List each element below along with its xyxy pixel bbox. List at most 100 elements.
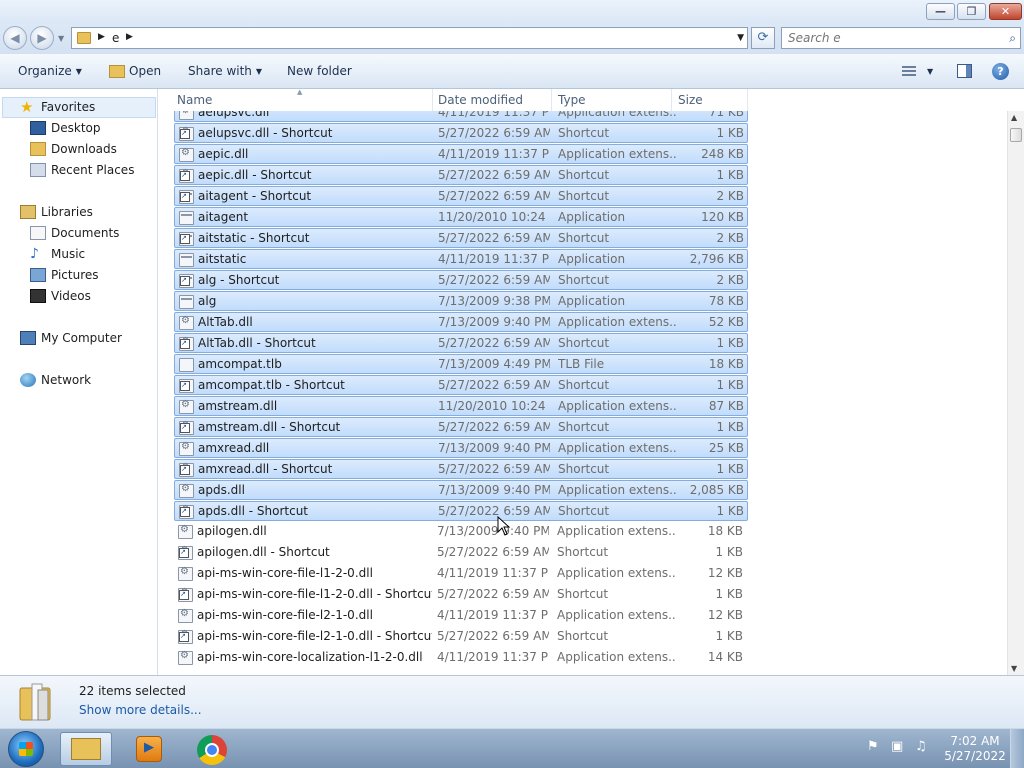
search-input[interactable] (788, 30, 988, 46)
file-row[interactable]: aelupsvc.dll - Shortcut 5/27/2022 6:59 AM… (174, 123, 748, 143)
network-status-icon[interactable]: ▣ (891, 739, 903, 754)
file-row[interactable]: api-ms-win-core-file-l1-2-0.dll - Shortc… (174, 585, 748, 605)
share-with-label: Share with (188, 64, 252, 78)
recent-pages-dropdown[interactable]: ▼ (58, 34, 64, 43)
address-bar[interactable]: ▶ e ▶ ▼ (71, 27, 748, 49)
film-strip-icon (30, 289, 46, 303)
open-label: Open (129, 64, 162, 78)
shortcut-dll-file-icon (179, 504, 194, 519)
back-arrow-icon: ◀ (10, 31, 20, 45)
close-button[interactable]: ✕ (989, 3, 1022, 20)
dll-file-icon (178, 650, 193, 665)
taskbar-chrome-button[interactable] (186, 732, 238, 766)
file-type: Shortcut (558, 168, 610, 182)
organize-button[interactable]: Organize ▼ (18, 64, 82, 78)
breadcrumb-arrow-icon[interactable]: ▶ (98, 32, 105, 42)
file-row[interactable]: apilogen.dll - Shortcut 5/27/2022 6:59 AM… (174, 543, 748, 563)
column-header-type[interactable]: Type (552, 89, 672, 111)
search-box[interactable]: ⌕ (781, 27, 1021, 49)
taskbar-media-player-button[interactable] (124, 732, 176, 766)
breadcrumb-item[interactable]: e (112, 31, 119, 45)
file-row[interactable]: aitagent 11/20/2010 10:24 ... Application 1… (174, 207, 748, 227)
file-row[interactable]: amxread.dll - Shortcut 5/27/2022 6:59 AM S… (174, 459, 748, 479)
column-header-date[interactable]: Date modified (432, 89, 552, 111)
volume-icon[interactable]: ♫ (915, 739, 927, 754)
breadcrumb-arrow-icon[interactable]: ▶ (126, 32, 133, 42)
nav-label: Videos (51, 289, 91, 303)
start-button[interactable] (8, 731, 44, 767)
file-row[interactable]: apilogen.dll 7/13/2009 9:40 PM Application… (174, 522, 748, 542)
new-folder-button[interactable]: New folder (287, 64, 352, 78)
file-row[interactable]: aitagent - Shortcut 5/27/2022 6:59 AM Shor… (174, 186, 748, 206)
scroll-thumb[interactable] (1010, 128, 1022, 142)
scroll-up-icon[interactable]: ▲ (1011, 113, 1017, 122)
file-name: amxread.dll - Shortcut (198, 462, 333, 476)
file-date: 5/27/2022 6:59 AM (438, 336, 550, 350)
file-list: aelupsvc.dll 4/11/2019 11:37 PM Applicatio… (159, 111, 1007, 675)
chevron-down-icon: ▼ (255, 67, 263, 76)
file-row[interactable]: apds.dll 7/13/2009 9:40 PM Application ext… (174, 480, 748, 500)
search-icon[interactable]: ⌕ (1009, 31, 1016, 46)
clock-date: 5/27/2022 (944, 749, 1006, 763)
file-row[interactable]: api-ms-win-core-localization-l1-2-0.dll 4… (174, 648, 748, 668)
file-row[interactable]: aepic.dll 4/11/2019 11:37 PM Application e… (174, 144, 748, 164)
file-row[interactable]: aepic.dll - Shortcut 5/27/2022 6:59 AM Sho… (174, 165, 748, 185)
minimize-button[interactable]: — (926, 3, 955, 20)
file-row[interactable]: api-ms-win-core-file-l1-2-0.dll 4/11/2019… (174, 564, 748, 584)
file-type: TLB File (558, 357, 605, 371)
file-row[interactable]: AltTab.dll 7/13/2009 9:40 PM Application e… (174, 312, 748, 332)
maximize-button[interactable]: ❐ (957, 3, 986, 20)
file-row[interactable]: aitstatic - Shortcut 5/27/2022 6:59 AM Sho… (174, 228, 748, 248)
downloads-folder-icon (30, 142, 46, 156)
shortcut-dll-file-icon (179, 420, 194, 435)
file-size: 2 KB (716, 189, 744, 203)
file-name: api-ms-win-core-file-l1-2-0.dll - Shortc… (197, 587, 432, 601)
file-row[interactable]: alg - Shortcut 5/27/2022 6:59 AM Shortcut 2… (174, 270, 748, 290)
column-header-size[interactable]: Size (672, 89, 748, 111)
column-header-row: Name Date modified Type Size (159, 89, 1007, 111)
file-row[interactable]: alg 7/13/2009 9:38 PM Application 78 KB (174, 291, 748, 311)
libraries-icon (20, 205, 36, 219)
file-row[interactable]: amstream.dll - Shortcut 5/27/2022 6:59 AM… (174, 417, 748, 437)
organize-label: Organize (18, 64, 72, 78)
file-row[interactable]: apds.dll - Shortcut 5/27/2022 6:59 AM Shor… (174, 501, 748, 521)
file-row[interactable]: AltTab.dll - Shortcut 5/27/2022 6:59 AM Sh… (174, 333, 748, 353)
title-bar: — ❐ ✕ (0, 0, 1024, 24)
file-row[interactable]: amxread.dll 7/13/2009 9:40 PM Application … (174, 438, 748, 458)
file-row[interactable]: aitstatic 4/11/2019 11:37 PM Application 2,… (174, 249, 748, 269)
help-icon[interactable]: ? (992, 63, 1009, 80)
file-row[interactable]: amstream.dll 11/20/2010 10:24 ... Applicat… (174, 396, 748, 416)
file-date: 5/27/2022 6:59 AM (437, 629, 549, 643)
address-dropdown-icon[interactable]: ▼ (737, 33, 744, 43)
refresh-button[interactable]: ⟳ (751, 27, 775, 49)
file-row[interactable]: amcompat.tlb - Shortcut 5/27/2022 6:59 AM… (174, 375, 748, 395)
file-size: 1 KB (716, 168, 744, 182)
show-more-details-link[interactable]: Show more details... (79, 703, 202, 717)
action-center-flag-icon[interactable]: ⚑ (867, 739, 879, 754)
open-folder-icon (109, 65, 125, 78)
sort-ascending-icon: ▲ (297, 88, 303, 96)
shortcut-dll-file-icon (179, 126, 194, 141)
view-options-icon[interactable] (902, 66, 916, 77)
file-name: aitagent (198, 210, 249, 224)
show-desktop-button[interactable] (1010, 729, 1024, 768)
selection-count: 22 items selected (79, 684, 186, 698)
taskbar-explorer-button[interactable] (60, 732, 112, 766)
view-options-dropdown-icon[interactable]: ▼ (927, 67, 933, 76)
file-date: 5/27/2022 6:59 AM (438, 231, 550, 245)
file-type: Shortcut (558, 420, 610, 434)
system-clock[interactable]: 7:02 AM 5/27/2022 (944, 734, 1006, 764)
address-row: ◀ ▶ ▼ ▶ e ▶ ▼ ⟳ ⌕ (0, 24, 1024, 54)
forward-button[interactable]: ▶ (30, 26, 54, 50)
scroll-down-icon[interactable]: ▼ (1011, 664, 1017, 673)
file-row[interactable]: api-ms-win-core-file-l2-1-0.dll - Shortc… (174, 627, 748, 647)
back-button[interactable]: ◀ (3, 26, 27, 50)
preview-pane-icon[interactable] (957, 64, 972, 78)
vertical-scrollbar[interactable]: ▲ ▼ (1007, 111, 1024, 675)
file-name: AltTab.dll - Shortcut (198, 336, 316, 350)
open-button[interactable]: Open (129, 64, 161, 78)
file-row[interactable]: amcompat.tlb 7/13/2009 4:49 PM TLB File 18 … (174, 354, 748, 374)
file-row[interactable]: aelupsvc.dll 4/11/2019 11:37 PM Applicatio… (174, 111, 748, 122)
file-row[interactable]: api-ms-win-core-file-l2-1-0.dll 4/11/2019… (174, 606, 748, 626)
share-with-button[interactable]: Share with ▼ (188, 64, 262, 78)
